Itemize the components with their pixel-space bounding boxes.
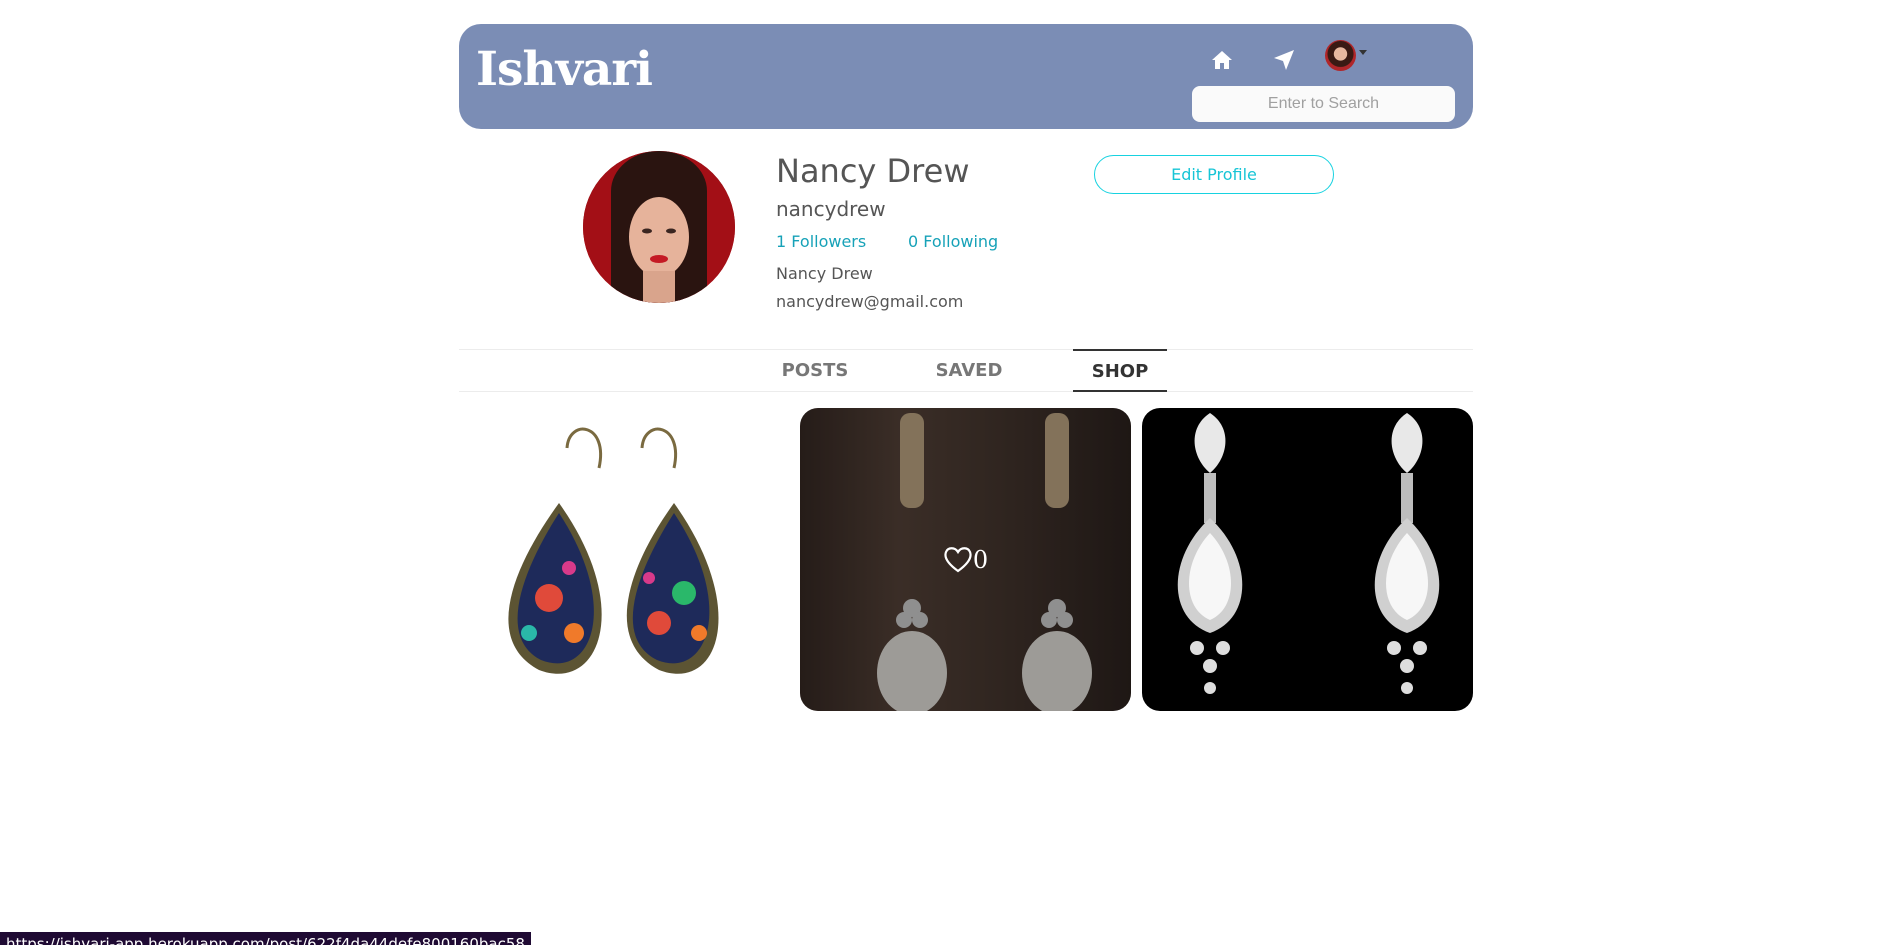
app-logo[interactable]: Ishvari: [476, 42, 653, 97]
shop-item-pearl-earrings[interactable]: 0: [800, 408, 1131, 711]
tab-shop[interactable]: SHOP: [1073, 349, 1167, 392]
crystal-earrings-image: [1177, 413, 1440, 694]
chevron-down-icon: [1359, 50, 1367, 55]
top-header: Ishvari: [459, 24, 1473, 129]
profile-avatar: [583, 151, 735, 303]
tab-saved[interactable]: SAVED: [929, 350, 1009, 392]
like-count: 0: [972, 545, 989, 574]
edit-profile-button[interactable]: Edit Profile: [1094, 155, 1334, 194]
followers-link[interactable]: 1 Followers: [776, 232, 866, 251]
shop-item-crystal-earrings[interactable]: [1142, 408, 1473, 711]
profile-username: nancydrew: [776, 197, 886, 221]
profile-tabs: POSTS SAVED SHOP: [459, 349, 1473, 392]
send-icon[interactable]: [1268, 44, 1300, 76]
home-icon[interactable]: [1206, 44, 1238, 76]
status-bar-url: https://ishvari-app.herokuapp.com/post/6…: [0, 932, 531, 945]
user-avatar-menu[interactable]: [1325, 40, 1369, 74]
profile-full-name: Nancy Drew: [776, 264, 873, 283]
paisley-earrings-image: [508, 427, 719, 674]
profile-display-name: Nancy Drew: [776, 152, 970, 190]
hover-overlay: 0: [800, 408, 1131, 711]
search-input[interactable]: [1192, 86, 1455, 122]
following-link[interactable]: 0 Following: [908, 232, 998, 251]
avatar: [1325, 40, 1356, 71]
tab-posts[interactable]: POSTS: [775, 350, 855, 392]
like-button[interactable]: 0: [943, 546, 988, 574]
heart-icon: [944, 547, 972, 573]
profile-email: nancydrew@gmail.com: [776, 292, 964, 311]
shop-item-paisley-earrings[interactable]: [459, 408, 790, 711]
